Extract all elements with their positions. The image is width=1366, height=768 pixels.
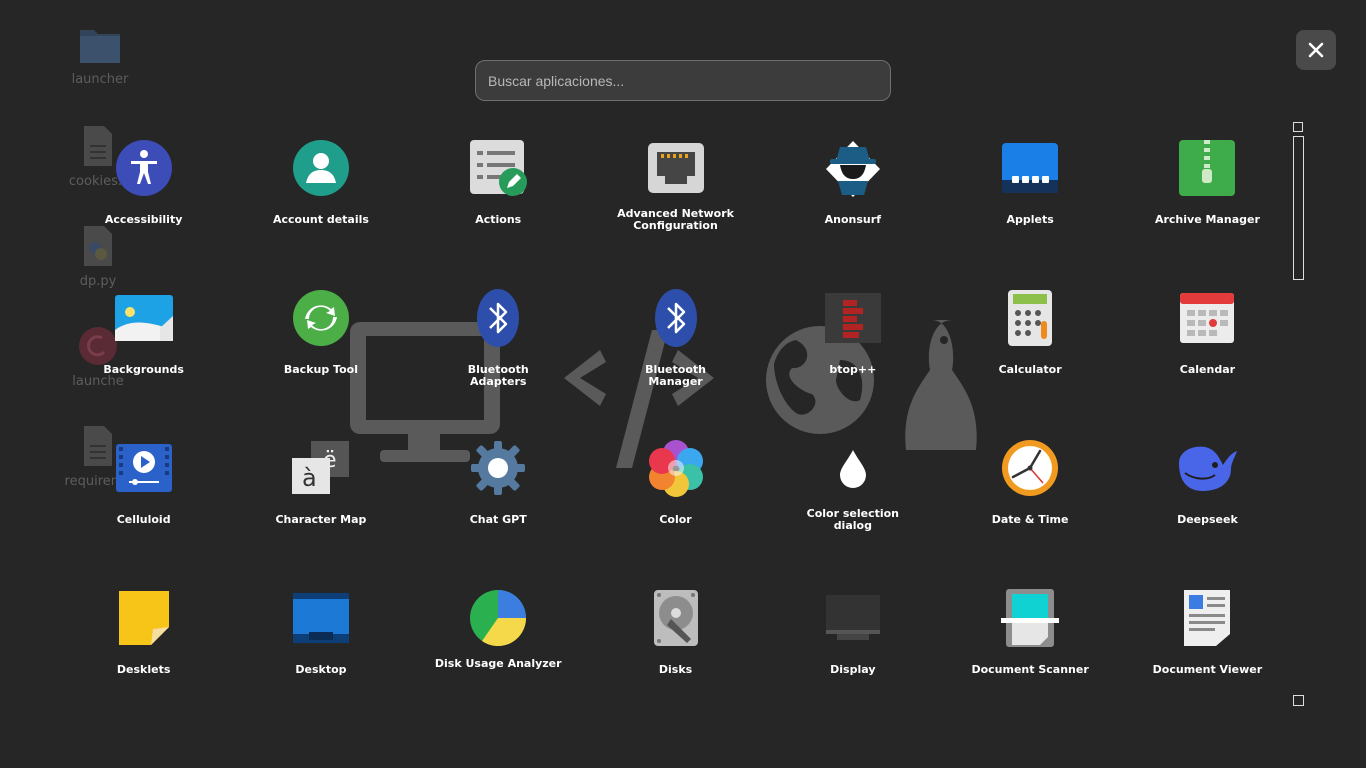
btop-icon: [821, 286, 885, 350]
app-label: Backgrounds: [103, 363, 184, 376]
app-label: Archive Manager: [1154, 213, 1260, 226]
app-disk-usage-analyzer[interactable]: Disk Usage Analyzer: [410, 580, 587, 730]
svg-text:à: à: [302, 464, 317, 492]
app-label: Disk Usage Analyzer: [434, 657, 562, 670]
bluetooth-icon: [644, 286, 708, 350]
close-button[interactable]: [1296, 30, 1336, 70]
gear-icon: [466, 436, 530, 500]
app-label: Calculator: [998, 363, 1062, 376]
calendar-icon: [1175, 286, 1239, 350]
app-display[interactable]: Display: [764, 580, 941, 730]
accessibility-icon: [112, 136, 176, 200]
close-icon: [1308, 42, 1324, 58]
backgrounds-icon: [112, 286, 176, 350]
document-icon: [1175, 586, 1239, 650]
clock-icon: [998, 436, 1062, 500]
app-character-map[interactable]: ëà Character Map: [232, 430, 409, 580]
app-label: btop++: [829, 363, 877, 376]
folder-icon: [50, 26, 150, 68]
archive-icon: [1175, 136, 1239, 200]
app-label: Document Scanner: [971, 663, 1089, 676]
backup-icon: [289, 286, 353, 350]
whale-icon: [1175, 436, 1239, 500]
app-chat-gpt[interactable]: Chat GPT: [410, 430, 587, 580]
app-deepseek[interactable]: Deepseek: [1119, 430, 1296, 580]
app-bluetooth-manager[interactable]: Bluetooth Manager: [587, 280, 764, 430]
scanner-icon: [998, 586, 1062, 650]
app-calculator[interactable]: Calculator: [941, 280, 1118, 430]
app-label: Bluetooth Adapters: [467, 363, 529, 388]
character-map-icon: ëà: [289, 436, 353, 500]
search-input[interactable]: [475, 60, 891, 101]
app-calendar[interactable]: Calendar: [1119, 280, 1296, 430]
desktop-item-label: launcher: [71, 72, 129, 87]
app-bluetooth-adapters[interactable]: Bluetooth Adapters: [410, 280, 587, 430]
app-label: Display: [830, 663, 876, 676]
color-icon: [644, 436, 708, 500]
app-grid: Accessibility Account details Actions Ad…: [55, 130, 1295, 730]
app-date-time[interactable]: Date & Time: [941, 430, 1118, 580]
pie-chart-icon: [466, 586, 530, 650]
app-label: Desklets: [116, 663, 171, 676]
app-label: Celluloid: [116, 513, 171, 526]
app-label: Color: [659, 513, 692, 526]
app-label: Applets: [1006, 213, 1054, 226]
app-label: Account details: [272, 213, 369, 226]
app-account-details[interactable]: Account details: [232, 130, 409, 280]
app-label: Deepseek: [1177, 513, 1238, 526]
bluetooth-icon: [466, 286, 530, 350]
app-label: Bluetooth Manager: [645, 363, 706, 388]
app-anonsurf[interactable]: Anonsurf: [764, 130, 941, 280]
app-color-selection-dialog[interactable]: Color selection dialog: [764, 430, 941, 580]
app-label: Backup Tool: [283, 363, 358, 376]
app-label: Document Viewer: [1152, 663, 1263, 676]
app-label: Disks: [658, 663, 693, 676]
app-backgrounds[interactable]: Backgrounds: [55, 280, 232, 430]
app-label: Character Map: [275, 513, 367, 526]
app-celluloid[interactable]: Celluloid: [55, 430, 232, 580]
app-archive-manager[interactable]: Archive Manager: [1119, 130, 1296, 280]
app-label: Anonsurf: [824, 213, 881, 226]
app-btop[interactable]: btop++: [764, 280, 941, 430]
calculator-icon: [998, 286, 1062, 350]
app-accessibility[interactable]: Accessibility: [55, 130, 232, 280]
account-icon: [289, 136, 353, 200]
desktop-icon: [289, 586, 353, 650]
app-label: Date & Time: [991, 513, 1069, 526]
app-desklets[interactable]: Desklets: [55, 580, 232, 730]
app-desktop[interactable]: Desktop: [232, 580, 409, 730]
app-advanced-network-configuration[interactable]: Advanced Network Configuration: [587, 130, 764, 280]
app-actions[interactable]: Actions: [410, 130, 587, 280]
desktop-item[interactable]: launcher: [50, 26, 150, 87]
drop-icon: [821, 436, 885, 500]
network-port-icon: [644, 136, 708, 200]
app-label: Desktop: [295, 663, 347, 676]
app-label: Accessibility: [104, 213, 183, 226]
sticky-note-icon: [112, 586, 176, 650]
app-backup-tool[interactable]: Backup Tool: [232, 280, 409, 430]
app-label: Actions: [475, 213, 522, 226]
app-label: Advanced Network Configuration: [617, 207, 734, 232]
app-label: Chat GPT: [469, 513, 527, 526]
app-document-viewer[interactable]: Document Viewer: [1119, 580, 1296, 730]
app-document-scanner[interactable]: Document Scanner: [941, 580, 1118, 730]
app-color[interactable]: Color: [587, 430, 764, 580]
app-label: Calendar: [1179, 363, 1236, 376]
display-icon: [821, 586, 885, 650]
app-applets[interactable]: Applets: [941, 130, 1118, 280]
video-player-icon: [112, 436, 176, 500]
actions-icon: [466, 136, 530, 200]
disk-icon: [644, 586, 708, 650]
app-disks[interactable]: Disks: [587, 580, 764, 730]
app-label: Color selection dialog: [806, 507, 900, 532]
applets-icon: [998, 136, 1062, 200]
anonsurf-icon: [821, 136, 885, 200]
